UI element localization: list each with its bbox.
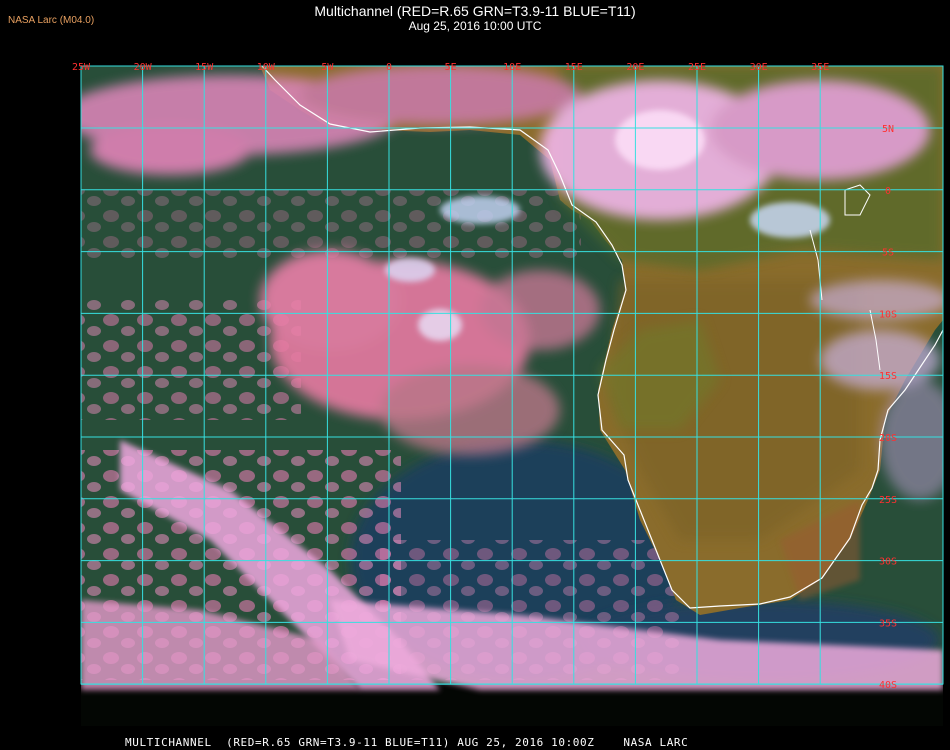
longitude-label: 5W (321, 62, 334, 73)
latitude-label: 0 (885, 186, 891, 197)
latitude-label: 30S (879, 557, 897, 568)
longitude-label: 5E (445, 62, 457, 73)
latitude-label: 15S (879, 371, 897, 382)
longitude-label: 0 (386, 62, 392, 73)
latitude-label: 20S (879, 433, 897, 444)
longitude-label: 20E (626, 62, 644, 73)
longitude-label: 20W (134, 62, 153, 73)
latitude-label: 25S (879, 495, 897, 506)
longitude-label: 35E (811, 62, 829, 73)
latitude-label: 5N (882, 124, 894, 135)
latitude-label: 10S (879, 309, 897, 320)
longitude-label: 10E (503, 62, 521, 73)
longitude-label: 30E (750, 62, 768, 73)
longitude-label: 15E (565, 62, 583, 73)
satellite-map[interactable]: 25W 20W 15W 10W 5W 0 5E 10E 15E 20E 25E 30E 35E 5N 0 5… (0, 0, 950, 750)
latitude-label: 5S (882, 248, 894, 259)
latitude-label: 40S (879, 680, 897, 691)
longitude-label: 10W (257, 62, 276, 73)
longitude-label: 25E (688, 62, 706, 73)
footer-caption: MULTICHANNEL (RED=R.65 GRN=T3.9-11 BLUE=… (125, 736, 689, 749)
latitude-label: 35S (879, 618, 897, 629)
longitude-label: 25W (72, 62, 91, 73)
longitude-label: 15W (195, 62, 214, 73)
